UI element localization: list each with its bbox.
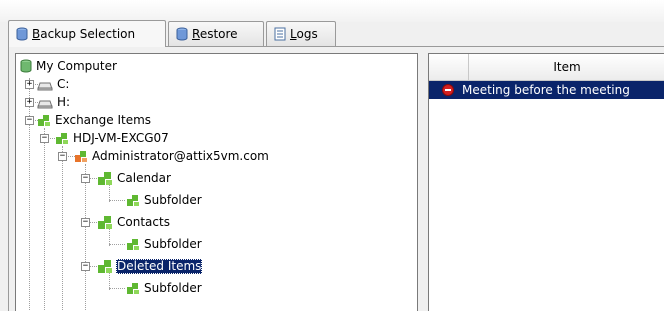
- backup-selection-tree[interactable]: + + − − − − − − My Computer C: H: Exchan…: [15, 53, 418, 311]
- tree-node-drive-h[interactable]: H:: [37, 93, 71, 111]
- tree-node-calendar[interactable]: Calendar: [97, 169, 172, 187]
- list-item[interactable]: Meeting before the meeting: [429, 81, 664, 99]
- tree-node-mailbox[interactable]: Administrator@attix5vm.com: [74, 147, 270, 165]
- column-header-status[interactable]: [429, 54, 469, 80]
- tab-label: Backup Selection: [32, 27, 136, 41]
- exchange-icon: [97, 258, 113, 274]
- tab-label: Restore: [192, 27, 238, 41]
- tab-label: Logs: [290, 27, 318, 41]
- tree-node-calendar-subfolder[interactable]: Subfolder: [126, 191, 203, 209]
- tree-line: [109, 288, 125, 289]
- database-icon: [20, 59, 32, 73]
- collapse-button[interactable]: −: [40, 134, 49, 143]
- window-top-band: [0, 0, 664, 22]
- collapse-button[interactable]: −: [58, 152, 67, 161]
- tree-line: [44, 128, 45, 311]
- item-list[interactable]: Item Meeting before the meeting: [428, 53, 664, 311]
- tab-backup-selection[interactable]: Backup Selection: [8, 20, 166, 47]
- exchange-icon: [55, 131, 69, 145]
- expand-button[interactable]: +: [25, 98, 34, 107]
- tree-node-my-computer[interactable]: My Computer: [20, 57, 118, 75]
- collapse-button[interactable]: −: [81, 262, 90, 271]
- tree-node-exchange-items[interactable]: Exchange Items: [37, 111, 152, 129]
- exchange-icon: [126, 281, 140, 295]
- tree-node-contacts[interactable]: Contacts: [97, 213, 171, 231]
- tree-node-contacts-subfolder[interactable]: Subfolder: [126, 235, 203, 253]
- list-header: Item: [429, 54, 664, 81]
- tab-logs[interactable]: Logs: [266, 21, 336, 46]
- column-header-item[interactable]: Item: [469, 54, 664, 80]
- collapse-button[interactable]: −: [81, 174, 90, 183]
- tree-node-deleted-subfolder[interactable]: Subfolder: [126, 279, 203, 297]
- tree-line: [109, 200, 125, 201]
- expand-button[interactable]: +: [25, 80, 34, 89]
- tree-line: [109, 244, 125, 245]
- stop-icon: [442, 84, 454, 96]
- drive-icon: [37, 77, 53, 91]
- database-icon: [176, 27, 188, 41]
- exchange-icon: [126, 193, 140, 207]
- tree-line: [85, 164, 86, 311]
- tab-restore[interactable]: Restore: [168, 21, 264, 46]
- document-icon: [274, 27, 286, 41]
- mailbox-icon: [74, 149, 88, 163]
- exchange-icon: [37, 113, 51, 127]
- tree-line: [29, 78, 30, 311]
- exchange-icon: [97, 214, 113, 230]
- tree-node-drive-c[interactable]: C:: [37, 75, 70, 93]
- tree-line: [62, 146, 63, 311]
- exchange-icon: [126, 237, 140, 251]
- exchange-icon: [97, 170, 113, 186]
- collapse-button[interactable]: −: [25, 116, 34, 125]
- tree-node-deleted-items[interactable]: Deleted Items: [97, 257, 203, 275]
- drive-icon: [37, 95, 53, 109]
- tree-node-server[interactable]: HDJ-VM-EXCG07: [55, 129, 170, 147]
- collapse-button[interactable]: −: [81, 218, 90, 227]
- database-icon: [16, 27, 28, 41]
